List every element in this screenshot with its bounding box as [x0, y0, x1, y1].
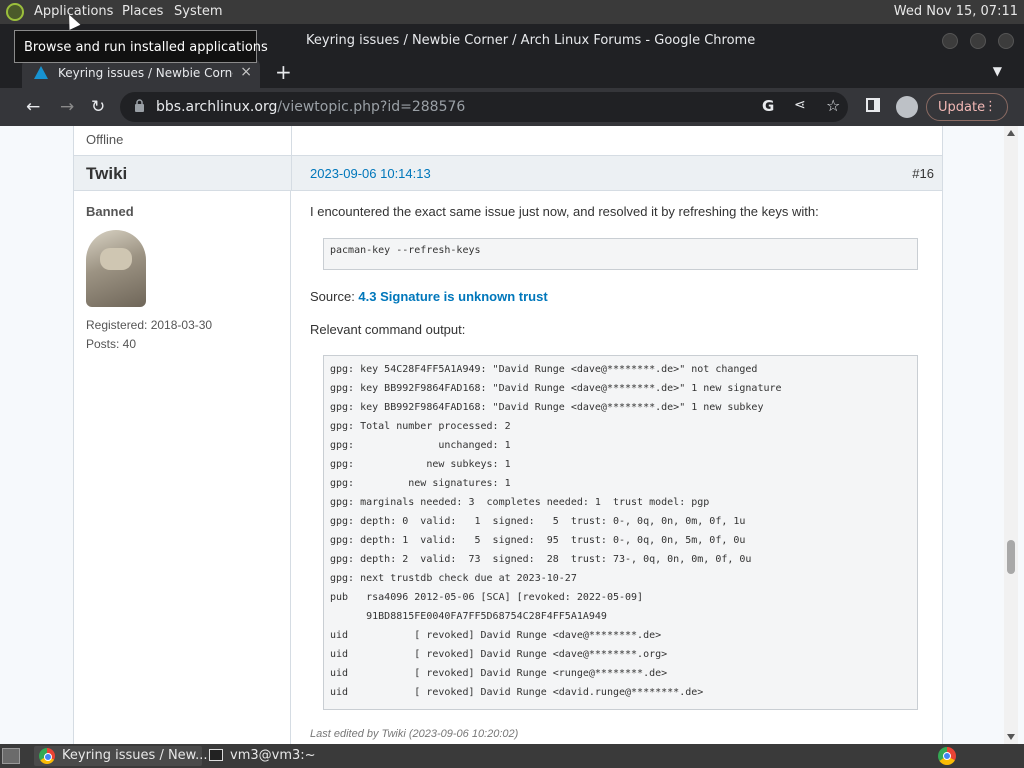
update-label: Update [938, 100, 986, 115]
previous-user-status: Offline [86, 132, 124, 147]
post-author: Twiki [86, 164, 128, 183]
post-edited-note: Last edited by Twiki (2023-09-06 10:20:0… [310, 728, 519, 740]
browser-toolbar: ← → ↻ bbs.archlinux.org/viewtopic.php?id… [0, 88, 1024, 126]
page-viewport: Offline Twiki 2023-09-06 10:14:13 #16 Ba… [0, 126, 1024, 744]
lock-icon[interactable] [134, 99, 145, 112]
more-vert-icon[interactable]: ⋮ [984, 99, 997, 114]
minimize-button[interactable] [942, 33, 958, 49]
profile-avatar-icon[interactable] [896, 96, 918, 118]
code-block-output: gpg: key 54C28F4FF5A1A949: "David Runge … [323, 355, 918, 710]
forum-post-container: Offline Twiki 2023-09-06 10:14:13 #16 Ba… [73, 126, 943, 744]
code-line: gpg: key 54C28F4FF5A1A949: "David Runge … [330, 364, 758, 375]
update-button[interactable]: Update ⋮ [926, 93, 1008, 121]
taskbar-item-terminal[interactable]: vm3@vm3:~ [206, 746, 326, 766]
code-line: gpg: depth: 0 valid: 1 signed: 5 trust: … [330, 516, 746, 527]
tab-close-icon[interactable]: × [240, 64, 252, 80]
tab-label: Keyring issues / Newbie Corner / Arch Li… [58, 66, 233, 80]
taskbar-item-label: Keyring issues / New... [62, 748, 208, 763]
maximize-button[interactable] [970, 33, 986, 49]
scrollbar-thumb[interactable] [1007, 540, 1015, 574]
post-number: #16 [912, 166, 934, 181]
scroll-down-arrow-icon[interactable] [1007, 734, 1015, 740]
terminal-icon [209, 749, 223, 761]
post-header: Twiki 2023-09-06 10:14:13 #16 [74, 156, 942, 191]
bottom-taskbar: Keyring issues / New... vm3@vm3:~ [0, 744, 1024, 768]
user-rank: Banned [86, 204, 134, 219]
chrome-icon [39, 748, 55, 764]
taskbar-item-chrome[interactable]: Keyring issues / New... [34, 746, 208, 766]
distro-logo-icon[interactable] [6, 3, 24, 21]
post-author-sidebar: Banned Registered: 2018-03-30 Posts: 40 [74, 191, 291, 744]
post-intro-text: I encountered the exact same issue just … [310, 204, 819, 219]
tray-chrome-icon[interactable] [938, 747, 956, 765]
code-line: uid [ revoked] David Runge <dave@*******… [330, 649, 668, 660]
code-line: uid [ revoked] David Runge <david.runge@… [330, 687, 704, 698]
side-panel-icon[interactable] [866, 98, 880, 112]
source-link[interactable]: 4.3 Signature is unknown trust [358, 289, 547, 304]
taskbar-item-label: vm3@vm3:~ [230, 748, 316, 763]
code-line: gpg: depth: 1 valid: 5 signed: 95 trust:… [330, 535, 746, 546]
page-scrollbar[interactable] [1004, 126, 1018, 744]
scroll-up-arrow-icon[interactable] [1007, 130, 1015, 136]
code-line: 91BD8815FE0040FA7FF5D68754C28F4FF5A1A949 [330, 611, 607, 622]
code-line: uid [ revoked] David Runge <runge@******… [330, 668, 668, 679]
menu-system[interactable]: System [174, 4, 222, 19]
address-bar[interactable]: bbs.archlinux.org/viewtopic.php?id=28857… [120, 92, 848, 122]
code-line: gpg: new signatures: 1 [330, 478, 511, 489]
code-line: gpg: unchanged: 1 [330, 440, 511, 451]
back-arrow-icon[interactable]: ← [26, 97, 40, 117]
reload-icon[interactable]: ↻ [91, 97, 105, 117]
window-title: Keyring issues / Newbie Corner / Arch Li… [306, 33, 756, 48]
code-line: gpg: new subkeys: 1 [330, 459, 511, 470]
code-block-command: pacman-key --refresh-keys [323, 238, 918, 270]
column-divider [291, 126, 292, 156]
show-desktop-icon[interactable] [2, 748, 20, 764]
applications-tooltip: Browse and run installed applications [14, 30, 268, 63]
arch-linux-favicon-icon [34, 66, 48, 79]
code-line: gpg: key BB992F9864FAD168: "David Runge … [330, 402, 764, 413]
url-text[interactable]: bbs.archlinux.org/viewtopic.php?id=28857… [156, 99, 465, 115]
share-icon[interactable]: ⋖ [794, 97, 806, 113]
code-line: gpg: depth: 2 valid: 73 signed: 28 trust… [330, 554, 752, 565]
post-source-line: Source: 4.3 Signature is unknown trust [310, 289, 548, 304]
bookmark-star-icon[interactable]: ☆ [826, 96, 840, 115]
user-post-count: Posts: 40 [86, 337, 137, 351]
new-tab-plus-icon[interactable]: + [275, 60, 292, 84]
code-line: uid [ revoked] David Runge <dave@*******… [330, 630, 662, 641]
avatar [86, 230, 146, 307]
panel-clock[interactable]: Wed Nov 15, 07:11 [894, 4, 1018, 19]
user-registered: Registered: 2018-03-30 [86, 318, 213, 332]
code-line: gpg: key BB992F9864FAD168: "David Runge … [330, 383, 782, 394]
tab-search-chevron-icon[interactable]: ▼ [993, 64, 1002, 78]
menu-places[interactable]: Places [122, 4, 163, 19]
post-date-link[interactable]: 2023-09-06 10:14:13 [310, 166, 431, 181]
column-divider [291, 156, 292, 191]
post-output-label: Relevant command output: [310, 322, 466, 337]
code-line: gpg: marginals needed: 3 completes neede… [330, 497, 710, 508]
system-top-panel: Applications Places System Wed Nov 15, 0… [0, 0, 1024, 24]
forward-arrow-icon[interactable]: → [60, 97, 74, 117]
code-line: pub rsa4096 2012-05-06 [SCA] [revoked: 2… [330, 592, 644, 603]
close-window-button[interactable] [998, 33, 1014, 49]
code-line: gpg: next trustdb check due at 2023-10-2… [330, 573, 577, 584]
google-lens-icon[interactable]: G [762, 97, 774, 115]
previous-post-footer: Offline [74, 126, 942, 156]
code-line: gpg: Total number processed: 2 [330, 421, 511, 432]
